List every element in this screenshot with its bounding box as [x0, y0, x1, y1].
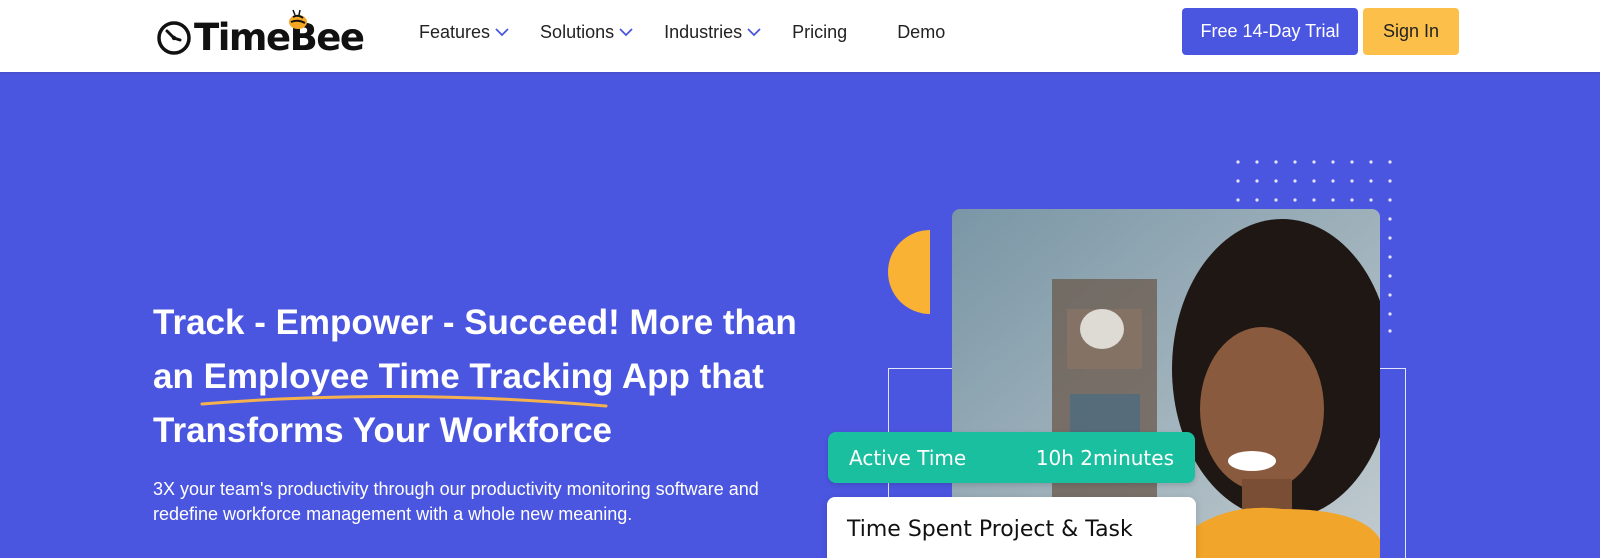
chevron-down-icon [495, 28, 509, 37]
nav-features[interactable]: Features [419, 22, 509, 43]
headline-line-3: Transforms Your Workforce [153, 411, 613, 450]
chevron-down-icon [619, 28, 633, 37]
sign-in-button[interactable]: Sign In [1363, 8, 1459, 55]
active-time-card: Active Time 10h 2minutes [828, 432, 1195, 483]
headline-line-2-pre: an [153, 357, 204, 396]
clock-icon [157, 21, 191, 55]
nav-demo[interactable]: Demo [897, 22, 945, 43]
site-header: TimeBee Features Solutions Industries Pr… [0, 0, 1600, 72]
bee-icon [289, 9, 307, 29]
timebee-logo[interactable]: TimeBee [156, 8, 372, 60]
hero-headline: Track - Empower - Succeed! More than an … [153, 296, 853, 458]
nav-solutions[interactable]: Solutions [540, 22, 633, 43]
chevron-down-icon [747, 28, 761, 37]
hero-subtext: 3X your team's productivity through our … [153, 479, 759, 524]
free-trial-button[interactable]: Free 14-Day Trial [1182, 8, 1358, 55]
active-time-value: 10h 2minutes [1035, 445, 1174, 470]
highlight-underline [200, 394, 608, 408]
active-time-label: Active Time [849, 445, 967, 470]
nav-pricing[interactable]: Pricing [792, 22, 847, 43]
nav-industries[interactable]: Industries [664, 22, 761, 43]
logo-text: TimeBee [194, 15, 365, 59]
time-spent-title: Time Spent Project & Task [847, 517, 1133, 542]
half-circle-decoration [888, 230, 930, 314]
time-spent-card: Time Spent Project & Task [827, 497, 1196, 558]
headline-line-2-post: App that [613, 357, 764, 396]
main-nav: Features Solutions Industries Pricing De… [419, 0, 976, 64]
headline-line-1: Track - Empower - Succeed! More than [153, 303, 797, 342]
